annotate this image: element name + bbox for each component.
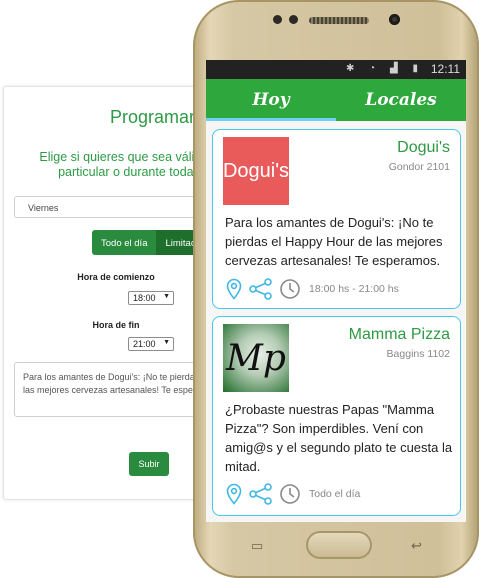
clock-icon <box>280 484 300 504</box>
back-icon[interactable]: ↩ <box>411 538 422 554</box>
status-icons: ✱ ◔ ▟ ▮ <box>346 63 424 74</box>
share-icon[interactable] <box>249 278 273 300</box>
message-line2: las mejores cervezas artesanales! Te esp… <box>23 385 201 395</box>
status-clock: 12:11 <box>430 62 460 76</box>
promo-card[interactable]: Dogui's Dogui's Gondor 2101 Para los ama… <box>212 129 461 309</box>
phone-device: ✱ ◔ ▟ ▮ 12:11 Hoy Locales Dogui's Dogui'… <box>193 0 479 578</box>
card-actions: Todo el día <box>225 483 360 505</box>
tab-locales[interactable]: Locales <box>336 79 466 121</box>
end-time-value: 21:00 <box>133 339 156 349</box>
end-time-select[interactable]: 21:00 ▼ <box>128 337 174 351</box>
start-time-value: 18:00 <box>133 293 156 303</box>
sensor-icon <box>289 15 298 24</box>
front-camera-icon <box>389 14 400 25</box>
earpiece-speaker <box>309 17 369 24</box>
promo-text: Para los amantes de Dogui's: ¡No te pier… <box>225 215 443 268</box>
clock-icon <box>280 279 300 299</box>
venue-logo: Dogui's <box>223 137 289 205</box>
all-day-button[interactable]: Todo el día <box>92 230 157 255</box>
promo-time: 18:00 hs - 21:00 hs <box>309 283 399 295</box>
location-pin-icon[interactable] <box>225 483 243 505</box>
tab-bar: Hoy Locales <box>206 79 466 121</box>
recent-apps-icon[interactable]: ▭ <box>251 538 263 554</box>
tab-hoy[interactable]: Hoy <box>206 79 336 121</box>
venue-address: Gondor 2101 <box>388 161 450 173</box>
sensor-icon <box>273 15 282 24</box>
venue-name[interactable]: Mamma Pizza <box>349 326 450 344</box>
phone-screen: ✱ ◔ ▟ ▮ 12:11 Hoy Locales Dogui's Dogui'… <box>206 60 466 522</box>
venue-logo: Mp <box>223 324 289 392</box>
venue-address: Baggins 1102 <box>386 348 450 360</box>
venue-name[interactable]: Dogui's <box>397 139 450 157</box>
promo-card[interactable]: Mp Mamma Pizza Baggins 1102 ¿Probaste nu… <box>212 316 461 516</box>
message-line1: Para los amantes de Dogui's: ¡No te pier… <box>23 372 200 382</box>
promo-time: Todo el día <box>309 488 361 500</box>
share-icon[interactable] <box>249 483 273 505</box>
chevron-down-icon: ▼ <box>163 339 170 346</box>
home-button[interactable] <box>306 531 372 559</box>
card-actions: 18:00 hs - 21:00 hs <box>225 278 399 300</box>
promo-text: ¿Probaste nuestras Papas "Mamma Pizza"? … <box>225 402 453 474</box>
chevron-down-icon: ▼ <box>163 293 170 300</box>
start-time-select[interactable]: 18:00 ▼ <box>128 291 174 305</box>
submit-button[interactable]: Subir <box>129 452 169 476</box>
location-pin-icon[interactable] <box>225 278 243 300</box>
status-bar: ✱ ◔ ▟ ▮ 12:11 <box>206 60 466 79</box>
